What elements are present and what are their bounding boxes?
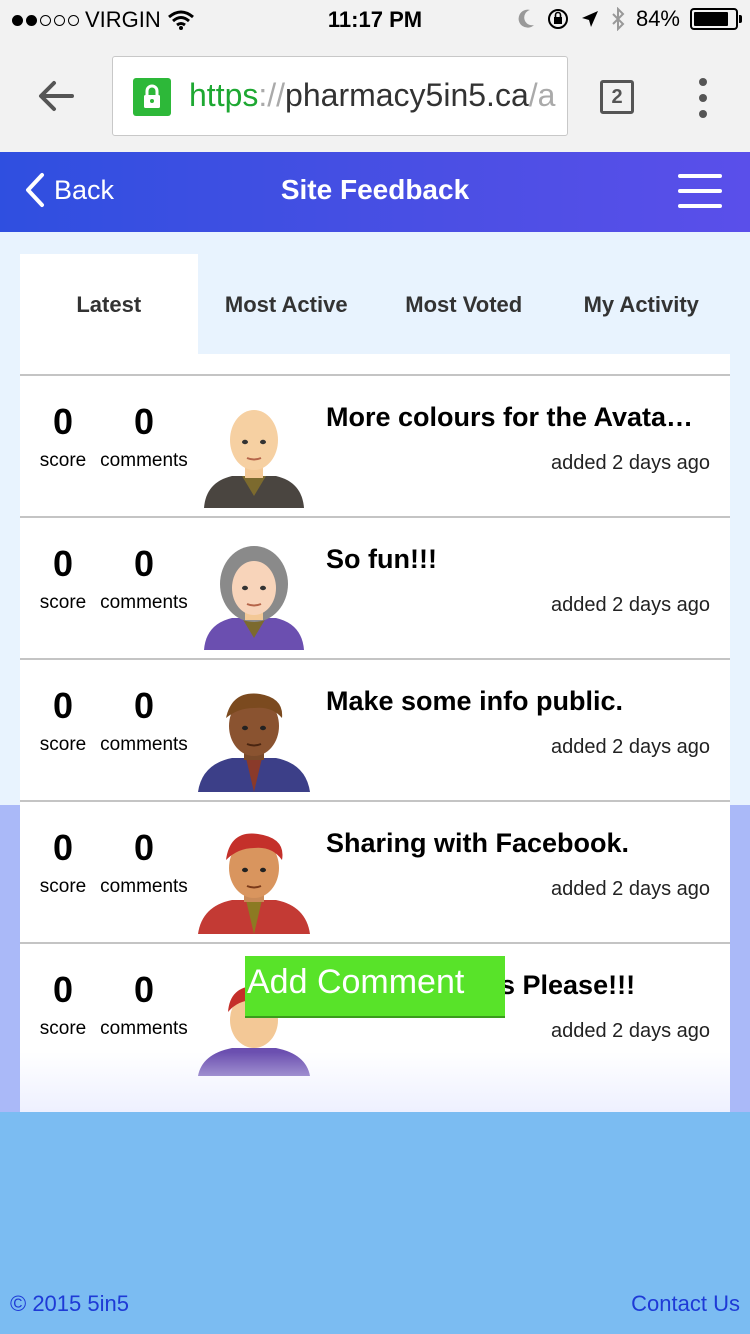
url-host: pharmacy5in5.ca [285,77,529,113]
comments-stat: 0 comments [96,682,192,756]
feedback-title[interactable]: So fun!!! [326,544,714,575]
comments-value: 0 [133,401,155,442]
added-time: added 2 days ago [550,452,710,474]
browser-toolbar: https://pharmacy5in5.ca/a 2 [0,40,750,152]
rotation-lock-icon [547,9,568,29]
battery-fill [694,12,728,26]
feedback-tabs: Latest Most Active Most Voted My Activit… [20,254,730,354]
url-scheme: https [189,77,259,113]
score-value: 0 [52,685,74,726]
list-item[interactable]: 0 score 0 comments Make some info public… [20,658,730,800]
battery-percent: 84% [635,6,680,31]
score-value: 0 [52,543,74,584]
score-stat: 0 score [38,824,88,898]
status-right: 84% [516,6,742,32]
contact-us-link[interactable]: Contact Us [631,1291,740,1317]
moon-icon [518,9,534,28]
score-label: score [39,876,87,897]
comments-stat: 0 comments [96,540,192,614]
added-time: added 2 days ago [550,878,710,900]
score-value: 0 [52,969,74,1010]
tab-most-voted[interactable]: Most Voted [375,254,553,354]
comments-label: comments [100,450,188,471]
comments-stat: 0 comments [96,824,192,898]
tab-latest[interactable]: Latest [20,254,198,354]
bluetooth-icon [612,7,625,31]
score-stat: 0 score [38,398,88,472]
hamburger-menu-icon[interactable] [678,174,722,208]
added-time: added 2 days ago [550,1020,710,1042]
tab-switcher-button[interactable]: 2 [600,80,634,114]
comments-label: comments [100,592,188,613]
added-time: added 2 days ago [550,594,710,616]
score-label: score [39,734,87,755]
tab-my-activity[interactable]: My Activity [553,254,731,354]
browser-menu-icon[interactable] [698,78,708,118]
comments-stat: 0 comments [96,398,192,472]
app-header: Back Site Feedback [0,152,750,232]
add-comment-button[interactable]: Add Comment [245,956,505,1018]
score-label: score [39,1018,87,1039]
url-separator: :// [258,77,286,113]
brown-haired-man-avatar-icon [198,693,310,792]
added-time: added 2 days ago [550,736,710,758]
feedback-title[interactable]: Make some info public. [326,686,714,717]
url-bar[interactable]: https://pharmacy5in5.ca/a [112,56,568,136]
red-haired-man-avatar-icon [198,833,310,934]
feedback-title[interactable]: s Please!!! [500,970,720,1001]
score-value: 0 [52,827,74,868]
browser-back-arrow-icon[interactable] [36,76,76,116]
copyright-text: © 2015 5in5 [10,1291,129,1316]
list-item[interactable]: 0 score 0 comments More colours for the … [20,374,730,516]
score-label: score [39,450,87,471]
comments-label: comments [100,876,188,897]
comments-value: 0 [133,827,155,868]
feedback-title[interactable]: Sharing with Facebook. [326,828,714,859]
list-fade-overlay [20,1052,730,1112]
tab-most-active[interactable]: Most Active [198,254,376,354]
score-label: score [39,592,87,613]
comments-label: comments [100,1018,188,1039]
battery-icon [690,8,742,30]
list-item[interactable]: 0 score 0 comments Sharing with Facebook… [20,800,730,942]
comments-value: 0 [133,685,155,726]
bald-man-avatar-icon [204,410,304,508]
feedback-title[interactable]: More colours for the Avata… [326,402,714,433]
list-item[interactable]: 0 score 0 comments So fun!!! added 2 day… [20,516,730,658]
comments-value: 0 [133,969,155,1010]
url-text: https://pharmacy5in5.ca/a [189,77,555,114]
url-path: /a [528,77,556,113]
page-title: Site Feedback [280,174,470,205]
score-stat: 0 score [38,966,88,1040]
secure-lock-icon [133,78,171,116]
score-stat: 0 score [38,682,88,756]
comments-label: comments [100,734,188,755]
location-arrow-icon [581,11,598,27]
score-value: 0 [52,401,74,442]
status-bar: VIRGIN 11:17 PM 84% [0,0,750,40]
comments-stat: 0 comments [96,966,192,1040]
score-stat: 0 score [38,540,88,614]
comments-value: 0 [133,543,155,584]
grey-haired-woman-avatar-icon [204,546,304,650]
